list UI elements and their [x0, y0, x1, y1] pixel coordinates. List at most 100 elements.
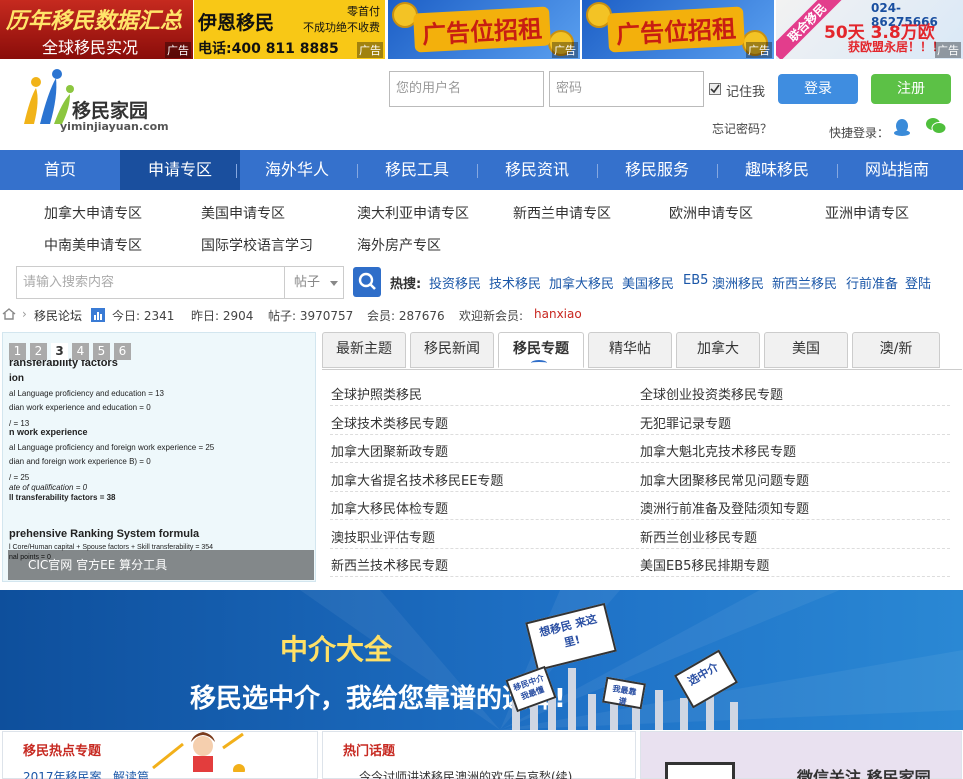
topic-link[interactable]: 全球创业投资类移民专题: [640, 384, 783, 403]
home-icon[interactable]: [2, 308, 16, 320]
nav-tools[interactable]: 移民工具: [357, 150, 477, 190]
ad-banner-joint-immigration[interactable]: 联合移民 024-86275666 50天 3.8万欧 获欧盟永居！！！ 广告: [776, 0, 963, 59]
topic-link[interactable]: 加拿大省提名技术移民EE专题: [331, 470, 503, 489]
carousel-dot[interactable]: 1: [9, 343, 26, 360]
row-divider: [330, 405, 950, 406]
hot-link[interactable]: 美国移民: [622, 273, 674, 292]
hot-discussion-link[interactable]: 今今讨师讲述移民澳洲的欢乐与哀愁(续): [359, 768, 572, 779]
carousel-caption[interactable]: CIC官网 官方EE 算分工具: [8, 550, 314, 580]
subnav-usa[interactable]: 美国申请专区: [201, 203, 285, 223]
row-divider: [330, 462, 950, 463]
tab-canada[interactable]: 加拿大: [676, 332, 760, 368]
ad-title: 广告位招租: [413, 6, 551, 53]
ad-banner-for-rent-2[interactable]: 广告位招租 广告: [582, 0, 774, 59]
nav-fun[interactable]: 趣味移民: [717, 150, 837, 190]
site-logo[interactable]: 移民家园 yiminjiayuan.com: [14, 68, 169, 136]
crowd-arm: [548, 696, 556, 730]
tab-au-nz[interactable]: 澳/新: [852, 332, 940, 368]
tab-news[interactable]: 移民新闻: [410, 332, 494, 368]
wechat-login-icon[interactable]: [925, 116, 947, 136]
topic-link[interactable]: 加拿大团聚新政专题: [331, 441, 448, 460]
search-icon: [358, 272, 376, 290]
topic-link[interactable]: 全球护照类移民: [331, 384, 422, 403]
ad-banner-yien[interactable]: 伊恩移民 零首付 不成功绝不收费 电话:400 811 8885 广告: [194, 0, 385, 59]
subnav-intl-school[interactable]: 国际学校语言学习: [201, 235, 313, 255]
ad-title: 历年移民数据汇总: [6, 8, 183, 34]
subnav-latin-america[interactable]: 中南美申请专区: [44, 235, 142, 255]
wechat-follow-text: 微信关注 移民家园: [797, 768, 931, 779]
forgot-password-link[interactable]: 忘记密码？: [712, 120, 772, 137]
ad-tag: 广告: [746, 42, 772, 58]
topic-link[interactable]: 加拿大魁北克技术移民专题: [640, 441, 796, 460]
ad-banner-for-rent-1[interactable]: 广告位招租 广告: [388, 0, 580, 59]
stats-chart-icon[interactable]: [91, 308, 105, 322]
hot-topic-link[interactable]: 2017年移民案...解读篇: [23, 768, 149, 779]
hot-link[interactable]: EB5: [683, 273, 708, 288]
qr-code-icon: [665, 762, 735, 779]
slide-text: dian and foreign work experience B) = 0: [9, 457, 151, 466]
wechat-panel[interactable]: 微信关注 移民家园: [640, 731, 962, 779]
topic-link[interactable]: 全球技术类移民专题: [331, 413, 448, 432]
ad-subtitle: 零首付 不成功绝不收费: [303, 5, 380, 34]
hot-topics-panel: 移民热点专题 2017年移民案...解读篇: [2, 731, 318, 779]
subnav-europe[interactable]: 欧洲申请专区: [669, 203, 753, 223]
hot-discussion-panel: 热门话题 今今讨师讲述移民澳洲的欢乐与哀愁(续): [322, 731, 636, 779]
stat-members: 会员: 287676: [367, 309, 445, 323]
topic-link[interactable]: 新西兰技术移民专题: [331, 555, 448, 574]
nav-services[interactable]: 移民服务: [597, 150, 717, 190]
topic-link[interactable]: 新西兰创业移民专题: [640, 527, 757, 546]
search-input[interactable]: 请输入搜索内容: [16, 266, 284, 299]
hot-link[interactable]: 行前准备: [846, 273, 898, 292]
qq-login-icon[interactable]: [892, 117, 912, 137]
carousel-dot[interactable]: 6: [114, 343, 131, 360]
subnav-newzealand[interactable]: 新西兰申请专区: [513, 203, 611, 223]
subnav-canada[interactable]: 加拿大申请专区: [44, 203, 142, 223]
hot-link[interactable]: 技术移民: [489, 273, 541, 292]
ad-subtitle: 获欧盟永居！！！: [848, 40, 945, 54]
topic-link[interactable]: 美国EB5移民排期专题: [640, 555, 769, 574]
tab-featured[interactable]: 精华帖: [588, 332, 672, 368]
hot-link[interactable]: 澳洲移民: [712, 273, 764, 292]
subnav-asia[interactable]: 亚洲申请专区: [825, 203, 909, 223]
tab-usa[interactable]: 美国: [764, 332, 848, 368]
login-button[interactable]: 登录: [778, 74, 858, 104]
slide-text: dian work experience and education = 0: [9, 403, 151, 412]
ad-banner-statistics[interactable]: 历年移民数据汇总 全球移民实况 广告: [0, 0, 193, 59]
search-type-select[interactable]: 帖子: [284, 266, 344, 299]
featured-carousel[interactable]: ransferability factors ion al Language p…: [2, 332, 316, 582]
register-button[interactable]: 注册: [871, 74, 951, 104]
tab-topics[interactable]: 移民专题: [498, 332, 584, 368]
subnav-australia[interactable]: 澳大利亚申请专区: [357, 203, 469, 223]
search-button[interactable]: [353, 267, 381, 297]
nav-guide[interactable]: 网站指南: [837, 150, 957, 190]
hot-link[interactable]: 登陆: [905, 273, 931, 292]
carousel-dot[interactable]: 2: [30, 343, 47, 360]
nav-home[interactable]: 首页: [0, 150, 120, 190]
nav-apply-zone[interactable]: 申请专区: [120, 150, 240, 190]
hot-link[interactable]: 新西兰移民: [772, 273, 837, 292]
nav-overseas-chinese[interactable]: 海外华人: [237, 150, 357, 190]
topic-link[interactable]: 澳洲行前准备及登陆须知专题: [640, 498, 809, 517]
topic-link[interactable]: 加拿大移民体检专题: [331, 498, 448, 517]
tab-latest[interactable]: 最新主题: [322, 332, 406, 368]
stat-posts: 帖子: 3970757: [268, 309, 354, 323]
slide-text: n work experience: [9, 427, 88, 437]
agency-banner[interactable]: 中介大全 移民选中介，我给您靠谱的选择! 想移民 来这里! 选中介 移民中介 我…: [0, 590, 963, 730]
remember-checkbox[interactable]: [709, 83, 721, 95]
subnav-overseas-property[interactable]: 海外房产专区: [357, 235, 441, 255]
nav-news[interactable]: 移民资讯: [477, 150, 597, 190]
slide-text: prehensive Ranking System formula: [9, 528, 200, 540]
hot-link[interactable]: 加拿大移民: [549, 273, 614, 292]
topic-link[interactable]: 澳技职业评估专题: [331, 527, 435, 546]
carousel-dot[interactable]: 5: [93, 343, 110, 360]
new-member-link[interactable]: hanxiao: [534, 307, 582, 321]
password-input[interactable]: 密码: [549, 71, 704, 107]
hot-link[interactable]: 投资移民: [429, 273, 481, 292]
topic-tabs: 最新主题 移民新闻 移民专题 精华帖 加拿大 美国 澳/新: [322, 332, 962, 370]
carousel-dot[interactable]: 4: [72, 343, 89, 360]
breadcrumb-forum[interactable]: 移民论坛: [34, 307, 82, 324]
carousel-dot-active[interactable]: 3: [51, 343, 68, 360]
topic-link[interactable]: 加拿大团聚移民常见问题专题: [640, 470, 809, 489]
username-input[interactable]: 您的用户名: [389, 71, 544, 107]
topic-link[interactable]: 无犯罪记录专题: [640, 413, 731, 432]
